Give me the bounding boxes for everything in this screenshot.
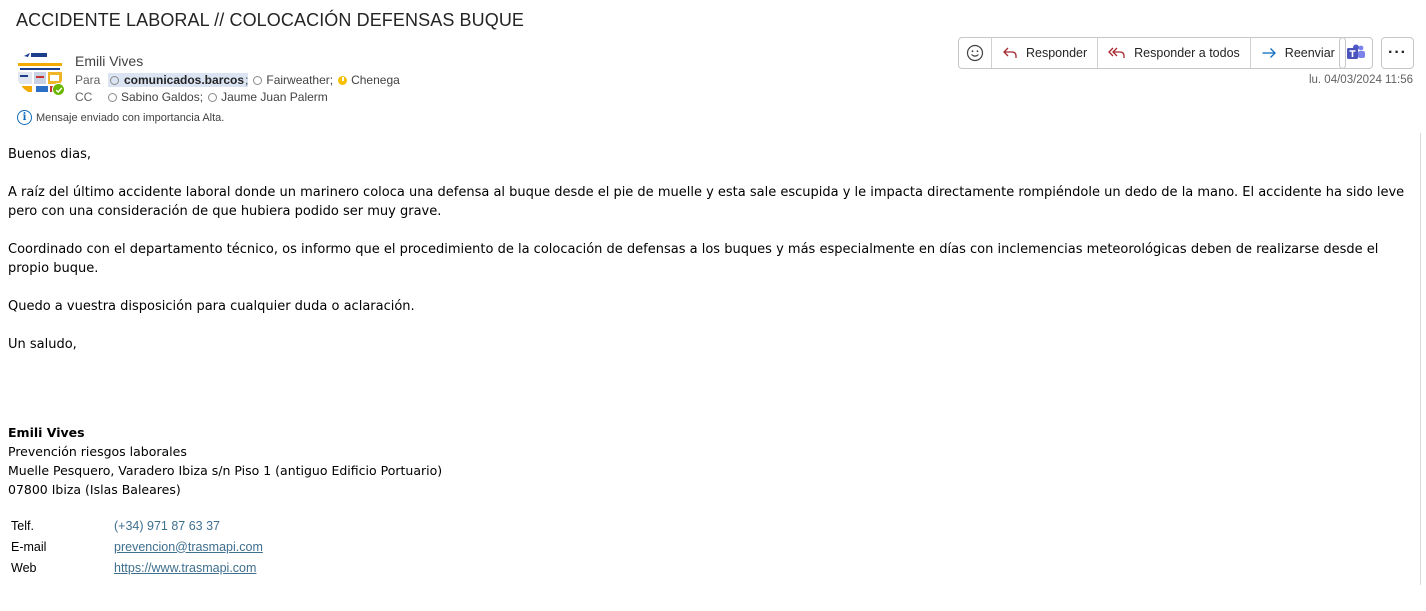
reply-all-label: Responder a todos xyxy=(1134,46,1240,60)
presence-offline-icon xyxy=(208,92,218,102)
phone-value[interactable]: (+34) 971 87 63 37 xyxy=(114,519,220,533)
message-date: lu. 04/03/2024 11:56 xyxy=(1308,74,1413,86)
body-paragraph: Quedo a vuestra disposición para cualqui… xyxy=(8,299,415,314)
message-toolbar: Responder Responder a todos Reenviar xyxy=(958,37,1346,69)
contact-label: Web xyxy=(11,560,37,575)
teams-share-button[interactable] xyxy=(1339,37,1373,69)
scrollbar[interactable] xyxy=(1420,133,1426,585)
info-icon: i xyxy=(17,110,32,125)
body-paragraph: Coordinado con el departamento técnico, … xyxy=(8,242,1379,276)
more-icon: ··· xyxy=(1388,44,1407,61)
recipient-chip[interactable]: comunicados.barcos; xyxy=(108,73,249,87)
contact-row-email: E-mail prevencion@trasmapi.com xyxy=(11,536,263,557)
recipient-chip[interactable]: Sabino Galdos; xyxy=(108,90,203,104)
signature-name: Emili Vives xyxy=(8,425,85,440)
recipient-separator: ; xyxy=(199,90,204,104)
reply-all-icon xyxy=(1108,47,1125,58)
presence-offline-icon xyxy=(110,75,119,85)
signature-role: Prevención riesgos laborales xyxy=(8,444,187,459)
email-signature: Emili Vives Prevención riesgos laborales… xyxy=(8,423,442,499)
body-greeting: Buenos dias, xyxy=(8,147,91,162)
recipient-name: Fairweather xyxy=(266,73,330,87)
web-link[interactable]: https://www.trasmapi.com xyxy=(114,561,256,575)
contact-row-phone: Telf. (+34) 971 87 63 37 xyxy=(11,515,263,536)
sender-name[interactable]: Emili Vives xyxy=(75,53,143,69)
reply-button[interactable]: Responder xyxy=(992,38,1099,68)
reaction-button[interactable] xyxy=(959,38,992,68)
signature-address: Muelle Pesquero, Varadero Ibiza s/n Piso… xyxy=(8,463,443,478)
cc-label: CC xyxy=(75,90,93,104)
reply-icon xyxy=(1003,47,1017,58)
email-link[interactable]: prevencion@trasmapi.com xyxy=(114,540,263,554)
recipient-separator: ; xyxy=(329,73,334,87)
recipient-name: Jaume Juan Palerm xyxy=(221,90,328,104)
cc-recipients: CC Sabino Galdos; Jaume Juan Palerm xyxy=(75,90,333,104)
more-actions-button[interactable]: ··· xyxy=(1381,37,1414,69)
to-recipients: Para comunicados.barcos; Fairweather; Ch… xyxy=(75,73,405,87)
forward-label: Reenviar xyxy=(1284,46,1335,60)
importance-text: Mensaje enviado con importancia Alta. xyxy=(36,111,225,124)
reply-label: Responder xyxy=(1026,46,1088,60)
presence-available-icon xyxy=(52,83,65,96)
to-label: Para xyxy=(75,73,101,87)
importance-notice: i Mensaje enviado con importancia Alta. xyxy=(17,110,224,125)
reply-all-button[interactable]: Responder a todos xyxy=(1098,38,1251,68)
teams-icon xyxy=(1347,44,1365,59)
forward-icon xyxy=(1262,48,1276,58)
presence-away-icon xyxy=(338,75,348,85)
message-body: Buenos dias, A raíz del último accidente… xyxy=(8,145,1416,373)
recipient-chip[interactable]: Chenega xyxy=(338,73,400,87)
presence-offline-icon xyxy=(108,92,117,102)
emoji-icon xyxy=(966,44,984,62)
contact-label: Telf. xyxy=(11,518,34,533)
recipient-separator: ; xyxy=(245,73,249,87)
contact-label: E-mail xyxy=(11,539,47,554)
forward-button[interactable]: Reenviar xyxy=(1251,38,1345,68)
recipient-chip[interactable]: Fairweather; xyxy=(253,73,333,87)
recipient-name: Chenega xyxy=(351,73,400,87)
recipient-name: comunicados.barcos xyxy=(123,73,246,87)
contact-row-web: Web https://www.trasmapi.com xyxy=(11,557,263,578)
signature-postal: 07800 Ibiza (Islas Baleares) xyxy=(8,482,181,497)
recipient-chip[interactable]: Jaume Juan Palerm xyxy=(208,90,328,104)
signature-contacts: Telf. (+34) 971 87 63 37 E-mail prevenci… xyxy=(11,515,263,578)
presence-offline-icon xyxy=(253,75,263,85)
recipient-name: Sabino Galdos xyxy=(121,90,200,104)
body-closing: Un saludo, xyxy=(8,337,77,352)
message-subject: ACCIDENTE LABORAL // COLOCACIÓN DEFENSAS… xyxy=(16,10,525,30)
body-paragraph: A raíz del último accidente laboral dond… xyxy=(8,185,1405,219)
